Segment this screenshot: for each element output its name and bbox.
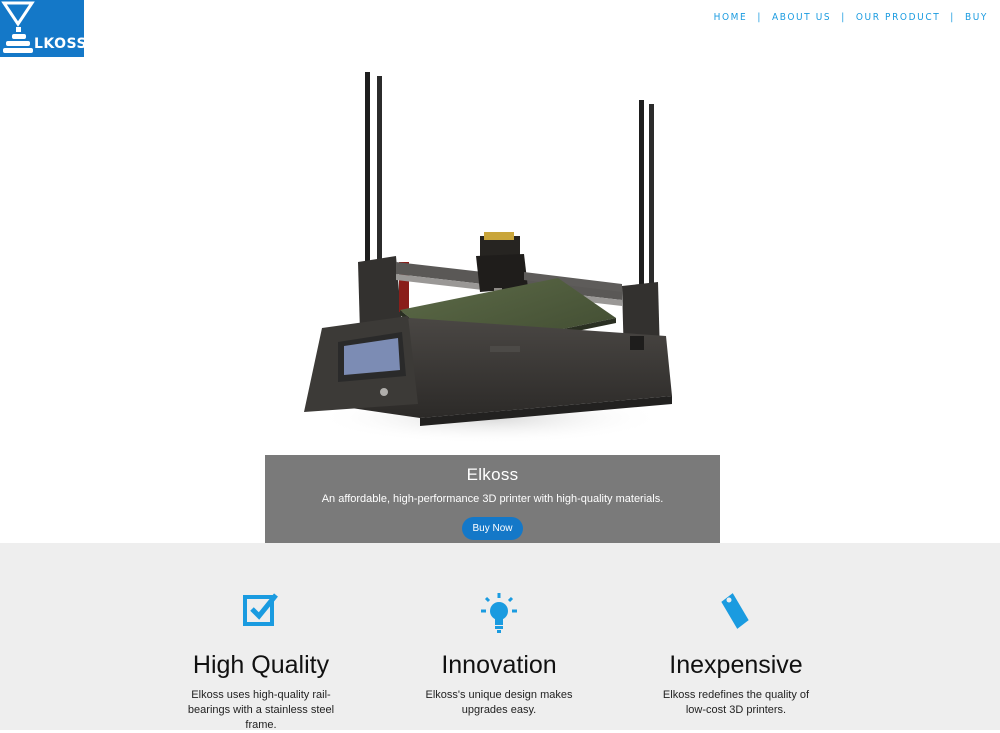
price-tag-icon — [716, 591, 756, 636]
nav-buy[interactable]: BUY — [965, 12, 988, 23]
checkbox-icon — [242, 591, 280, 634]
nav-separator: | — [841, 12, 846, 23]
feature-text: Elkoss redefines the quality of low-cost… — [662, 689, 810, 716]
feature-text: Elkoss uses high-quality rail-bearings w… — [187, 689, 335, 731]
hero-title: Elkoss — [466, 465, 519, 484]
main-nav: HOME | ABOUT US | OUR PRODUCT | BUY — [714, 12, 988, 23]
nav-separator: | — [757, 12, 762, 23]
hero-subtitle: An affordable, high-performance 3D print… — [321, 493, 664, 505]
logo-text: LKOSS — [34, 36, 84, 52]
brand-logo[interactable]: LKOSS — [0, 0, 84, 57]
lightbulb-icon — [477, 591, 521, 640]
feature-title: Inexpensive — [669, 651, 803, 679]
nav-home[interactable]: HOME — [714, 12, 748, 23]
feature-title: Innovation — [441, 651, 557, 679]
nav-our-product[interactable]: OUR PRODUCT — [856, 12, 940, 23]
features-section: High Quality Elkoss uses high-quality ra… — [0, 543, 1000, 731]
feature-title: High Quality — [192, 651, 330, 679]
nav-about-us[interactable]: ABOUT US — [772, 12, 831, 23]
printer-image — [300, 66, 680, 454]
nav-separator: | — [950, 12, 955, 23]
hero-caption: Elkoss An affordable, high-performance 3… — [265, 455, 720, 543]
feature-text: Elkoss's unique design makes upgrades ea… — [425, 689, 573, 716]
buy-now-button[interactable]: Buy Now — [462, 517, 523, 540]
